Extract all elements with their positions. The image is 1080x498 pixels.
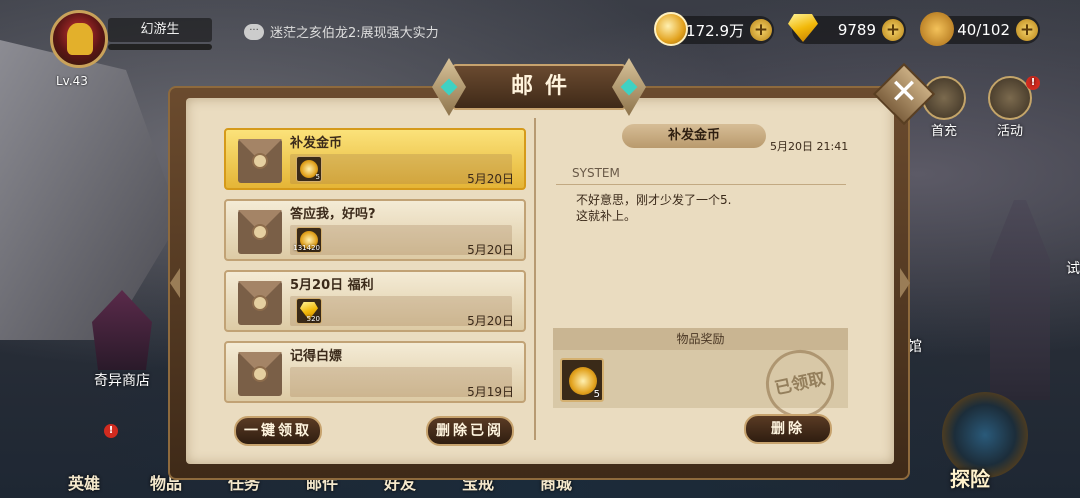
mail-list-item[interactable]: 答应我，好吗? 131420 5月20日: [224, 199, 526, 261]
reward-count: 5: [593, 389, 600, 400]
activity-button[interactable]: 活动 !: [984, 76, 1040, 139]
window-title-plate: 邮件: [432, 58, 646, 116]
building-label-fragment: 馆: [908, 339, 922, 355]
background-tower: [990, 200, 1050, 400]
activity-label: 活动: [996, 124, 1023, 139]
nav-heroes[interactable]: 英雄: [68, 470, 100, 494]
diamond-icon: [786, 12, 820, 46]
mail-list-item[interactable]: 补发金币 5 5月20日: [224, 128, 526, 190]
player-avatar[interactable]: [50, 10, 108, 68]
delete-read-button[interactable]: 删除已阅: [426, 416, 514, 446]
alert-badge-icon: !: [1026, 76, 1040, 90]
window-title: 邮件: [510, 74, 579, 99]
gold-coin-icon: [654, 12, 688, 46]
mail-title: 5月20日 福利: [290, 278, 374, 293]
strange-shop-building[interactable]: 奇异商店: [72, 290, 172, 390]
chat-bubble-icon: ···: [244, 23, 264, 40]
stamina-amount: 40/102: [957, 21, 1010, 39]
diamond-icon: 520: [296, 298, 322, 324]
explore-button[interactable]: 探险: [936, 392, 1032, 492]
player-level: Lv.43: [56, 74, 88, 88]
food-icon: [920, 12, 954, 46]
mail-title: 补发金币: [290, 136, 343, 151]
gem-resource: 9789 +: [788, 14, 906, 44]
detail-sender: SYSTEM: [572, 166, 620, 180]
reward-header: 物品奖励: [553, 328, 848, 350]
player-name: 幻游生: [108, 18, 212, 42]
envelope-icon: [238, 210, 282, 254]
delete-button[interactable]: 删除: [744, 414, 832, 444]
chat-message: 迷茫之亥伯龙2:展现强大实力: [270, 26, 439, 41]
detail-date: 5月20日 21:41: [770, 140, 849, 153]
mail-title: 答应我，好吗?: [290, 207, 376, 222]
mail-list-item[interactable]: 记得白嫖 5月19日: [224, 341, 526, 403]
mail-title: 记得白嫖: [290, 349, 343, 364]
envelope-icon: [238, 281, 282, 325]
mail-list-item[interactable]: 5月20日 福利 520 5月20日: [224, 270, 526, 332]
detail-body: 不好意思，刚才少发了一个5. 这就补上。: [576, 193, 732, 223]
helmet-icon: [67, 23, 93, 55]
add-gold-button[interactable]: +: [750, 19, 772, 41]
close-button[interactable]: ✕: [872, 62, 936, 126]
gold-resource: 172.9万 +: [654, 12, 774, 46]
add-stamina-button[interactable]: +: [1016, 19, 1038, 41]
mail-date: 5月20日: [467, 243, 514, 257]
envelope-icon: [238, 352, 282, 396]
panel-divider: [534, 118, 536, 440]
envelope-icon: [238, 139, 282, 183]
side-label-fragment: 试: [1066, 261, 1080, 277]
close-icon: ✕: [889, 72, 919, 112]
detail-title: 补发金币: [622, 124, 766, 148]
gold-coin-icon[interactable]: 5: [560, 358, 604, 402]
mail-date: 5月19日: [467, 385, 514, 399]
mail-date: 5月20日: [467, 314, 514, 328]
explore-label: 探险: [950, 467, 990, 491]
add-gems-button[interactable]: +: [882, 19, 904, 41]
claim-all-button[interactable]: 一键领取: [234, 416, 322, 446]
chat-ticker[interactable]: ··· 迷茫之亥伯龙2:展现强大实力: [244, 22, 450, 41]
gem-amount: 9789: [837, 21, 876, 39]
stamina-resource: 40/102 +: [920, 12, 1040, 46]
heroes-alert-icon: !: [104, 424, 118, 438]
gold-amount: 172.9万: [686, 21, 744, 40]
shop-label: 奇异商店: [94, 373, 150, 389]
detail-divider: [556, 184, 846, 185]
gold-coin-icon: 131420: [293, 227, 322, 253]
exp-bar: [108, 44, 212, 50]
shop-house-icon: [92, 290, 152, 370]
first-charge-label: 首充: [930, 124, 957, 139]
gold-coin-icon: 5: [296, 156, 322, 182]
mail-date: 5月20日: [467, 172, 514, 186]
